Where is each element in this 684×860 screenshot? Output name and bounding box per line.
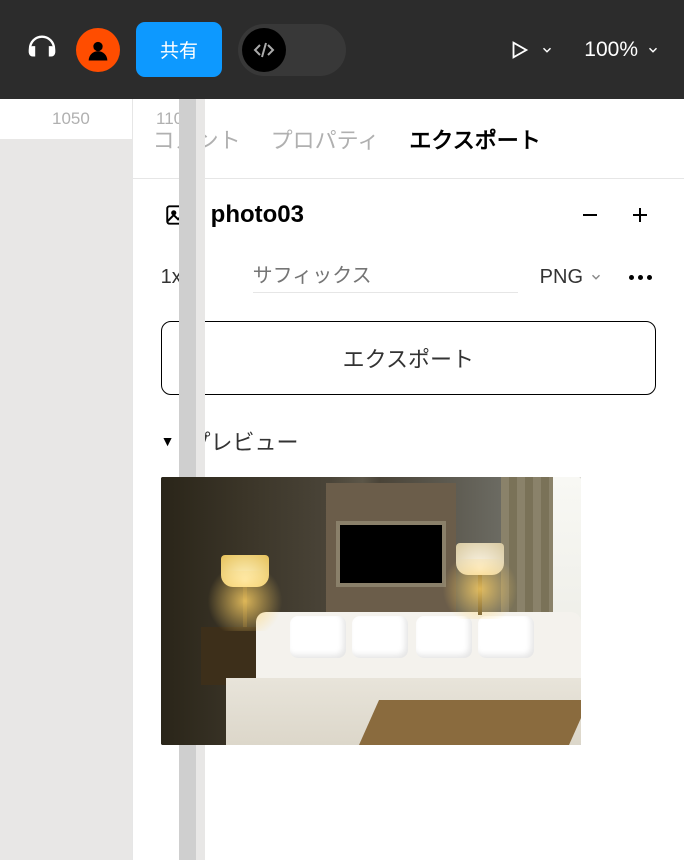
preview-image [161,477,581,745]
caret-down-icon: ▼ [161,433,175,449]
export-section: photo03 1x PNG エクスポート [133,179,684,765]
canvas-area[interactable]: 1050 1100 [0,99,132,860]
export-button[interactable]: エクスポート [161,321,656,395]
tab-property[interactable]: プロパティ [271,123,380,155]
avatar[interactable] [76,28,120,72]
layer-name: photo03 [211,201,556,229]
preview-toggle[interactable]: ▼ プレビュー [161,425,656,457]
horizontal-ruler: 1050 1100 [0,99,132,139]
present-button[interactable] [508,39,554,61]
suffix-input[interactable] [253,261,518,293]
headphones-icon[interactable] [24,32,60,68]
chevron-down-icon [589,270,603,284]
chevron-down-icon [540,43,554,57]
code-icon [242,28,286,72]
zoom-dropdown[interactable]: 100% [584,38,660,62]
canvas-background [0,139,132,860]
dev-mode-toggle[interactable] [238,24,346,76]
preview-label: プレビュー [189,425,299,457]
tab-export[interactable]: エクスポート [409,123,540,155]
chevron-down-icon [646,43,660,57]
export-option-row: 1x PNG [161,261,656,293]
remove-export-button[interactable] [574,199,606,231]
share-button[interactable]: 共有 [136,22,222,77]
side-panel: コメント プロパティ エクスポート photo03 1x [132,99,684,860]
more-options-button[interactable] [625,275,656,280]
panel-tabs: コメント プロパティ エクスポート [133,99,684,179]
format-select[interactable]: PNG [540,266,603,289]
zoom-value: 100% [584,38,638,62]
export-layer-row: photo03 [161,199,656,231]
format-value: PNG [540,266,583,289]
add-export-button[interactable] [624,199,656,231]
ruler-tick: 1050 [52,109,90,129]
topbar: 共有 100% [0,0,684,99]
